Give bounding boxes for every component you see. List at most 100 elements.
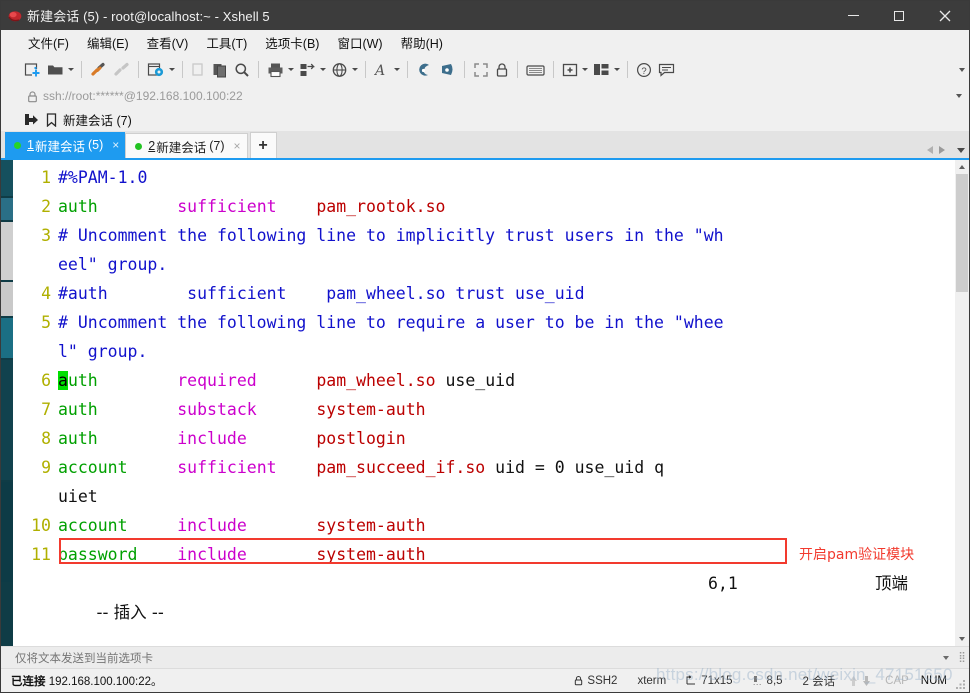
cursor-pos-icon [753,675,763,686]
toolbar-separator [138,61,139,78]
tab-2-number: 2 [148,139,156,153]
log-icon[interactable] [413,58,436,82]
menu-view[interactable]: 查看(V) [138,31,198,54]
session-manager-strip[interactable] [1,160,13,646]
browser-dropdown[interactable] [351,68,360,71]
menu-file[interactable]: 文件(F) [19,31,78,54]
scroll-down-button[interactable] [955,632,969,646]
address-dropdown[interactable] [949,94,969,98]
line-number: 11 [31,545,51,564]
maximize-button[interactable] [876,1,921,30]
vim-cursor-position: 6,1 [708,574,738,593]
svg-text:?: ? [641,66,646,77]
browser-icon[interactable] [328,58,351,82]
tab-2-close-icon[interactable]: × [234,139,241,153]
terminal-text: system-auth [316,545,426,564]
transfer-dropdown[interactable] [319,68,328,71]
menu-edit[interactable]: 编辑(E) [78,31,138,54]
chevron-down-icon[interactable] [957,147,965,153]
line-number: 9 [41,458,51,477]
font-icon[interactable]: A [371,58,393,82]
resize-grip-icon[interactable]: ⣿ [955,652,969,663]
terminal-text: auth [58,400,98,419]
tab-session-2[interactable]: 2 新建会话 (7) × [125,133,248,158]
window-title: 新建会话 (5) - root@localhost:~ - Xshell 5 [27,9,270,24]
connect-icon[interactable] [87,58,110,82]
toolbar-separator [464,61,465,78]
terminal-line: eel" group. [13,250,955,279]
paste-icon[interactable] [209,58,231,82]
minimize-button[interactable] [831,1,876,30]
print-icon[interactable] [264,58,287,82]
menu-help[interactable]: 帮助(H) [392,31,452,54]
toolbar-separator [627,61,628,78]
chevron-left-icon[interactable] [927,146,933,154]
terminal-line: 3 # Uncomment the following line to impli… [13,221,955,250]
properties-dropdown[interactable] [168,68,177,71]
tab-session-1[interactable]: 1 新建会话 (5) × [5,132,126,158]
terminal-text: account [58,458,128,477]
xshell-window: 新建会话 (5) - root@localhost:~ - Xshell 5 文… [0,0,970,693]
address-input[interactable]: ssh://root:******@192.168.100.100:22 [21,86,949,106]
new-session-icon[interactable] [21,58,44,82]
status-transfer-icons [845,675,879,687]
menu-tab[interactable]: 选项卡(B) [256,31,328,54]
open-folder-dropdown[interactable] [67,68,76,71]
properties-gear-icon[interactable] [144,58,168,82]
terminal-text: sufficient [177,458,277,477]
print-dropdown[interactable] [287,68,296,71]
find-icon[interactable] [231,58,253,82]
terminal-text: uid = 0 use_uid q [485,458,665,477]
lock-icon[interactable] [492,58,512,82]
close-button[interactable] [921,1,969,30]
terminal-text: # Uncomment the following line to requir… [58,313,724,332]
menu-tools[interactable]: 工具(T) [197,31,256,54]
font-dropdown[interactable] [393,68,402,71]
terminal-text: password [58,545,138,564]
layout-icon[interactable] [590,58,613,82]
help-icon[interactable]: ? [633,58,655,82]
tab-1-close-icon[interactable]: × [112,138,119,152]
send-text-dropdown[interactable] [937,655,955,660]
terminal-scrollbar[interactable] [955,160,969,646]
status-cursor-pos: 8,5 [743,675,793,687]
session-arrow-icon[interactable] [21,113,41,126]
line-number: 5 [41,313,51,332]
session-bar: 新建会话 (7) [1,108,969,131]
terminal-line: 10 account include system-auth [13,511,955,540]
scrollbar-track[interactable] [955,174,969,632]
open-folder-icon[interactable] [44,58,67,82]
comment-icon[interactable] [655,58,678,82]
vim-status-line: -- 插入 -- 6,1 顶端 [13,569,955,622]
terminal-text: account [58,516,128,535]
toolbar-overflow-button[interactable] [959,55,965,84]
layout-dropdown[interactable] [613,68,622,71]
menu-window[interactable]: 窗口(W) [328,31,391,54]
new-tab-button[interactable]: + [249,132,277,158]
terminal-text: #auth [58,284,108,303]
keyboard-icon[interactable] [523,58,548,82]
terminal-line: 8 auth include postlogin [13,424,955,453]
terminal-screen[interactable]: 1 #%PAM-1.0 2 auth sufficient pam_rootok.so… [13,160,955,646]
new-tab-icon[interactable] [559,58,581,82]
transfer-icon[interactable] [296,58,319,82]
scrollbar-thumb[interactable] [956,174,968,292]
scroll-up-button[interactable] [955,160,969,174]
send-text-input[interactable] [13,649,937,666]
tab-1-count: (5) [87,138,104,152]
scroll-down-icon [959,637,965,641]
bookmark-icon[interactable] [41,112,61,127]
send-file-icon[interactable] [436,58,459,82]
vim-scroll-position: 顶端 [875,574,908,593]
tab-status-dot-icon [135,142,143,150]
chevron-right-icon[interactable] [939,146,945,154]
resize-grip-icon[interactable] [953,669,969,693]
terminal-text: # Uncomment the following line to implic… [58,226,724,245]
line-number: 4 [41,284,51,303]
new-tab-dropdown[interactable] [581,68,590,71]
fullscreen-icon[interactable] [470,58,492,82]
session-bar-label[interactable]: 新建会话 (7) [63,110,132,129]
